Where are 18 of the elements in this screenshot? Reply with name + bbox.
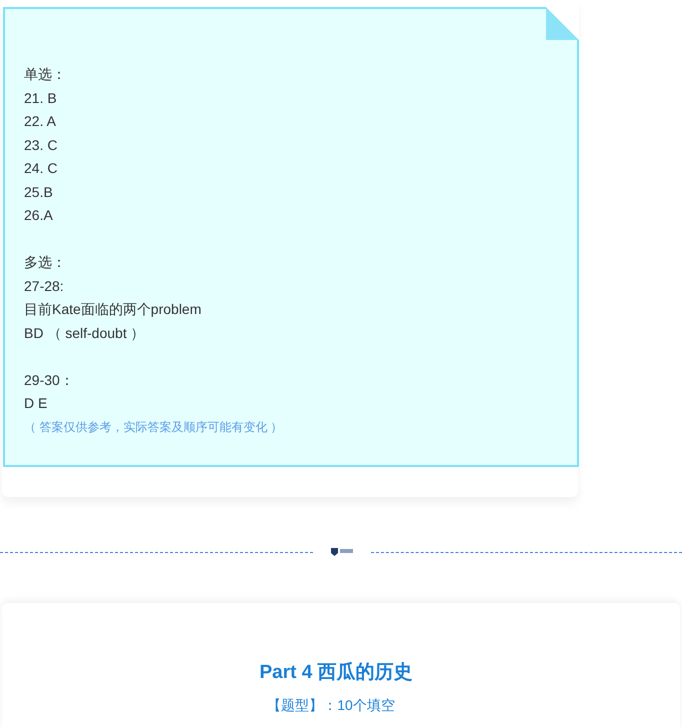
folded-corner-icon — [546, 7, 579, 40]
answer-line: BD （ self-doubt ） — [24, 324, 145, 342]
answer-line: 23. C — [24, 136, 58, 154]
answer-line: 21. B — [24, 88, 57, 108]
answer-line: 22. A — [24, 112, 56, 131]
answer-line: 多选： — [24, 253, 66, 272]
answer-line: 26.A — [24, 206, 53, 225]
disclaimer-note: （ 答案仅供参考，实际答案及顺序可能有变化 ） — [24, 418, 283, 436]
shield-logo-icon — [330, 547, 354, 557]
answer-line: 单选： — [24, 65, 66, 84]
answer-line: 27-28: — [24, 276, 64, 296]
answer-line: 25.B — [24, 182, 53, 202]
answer-line: D E — [24, 394, 48, 413]
section-title: Part 4 西瓜的历史 — [259, 660, 413, 685]
answer-line: 目前Kate面临的两个problem — [24, 300, 202, 319]
answer-line: 29-30： — [24, 370, 74, 390]
question-type-label: 【题型】：10个填空 — [267, 696, 395, 714]
answer-line: 24. C — [24, 159, 58, 178]
